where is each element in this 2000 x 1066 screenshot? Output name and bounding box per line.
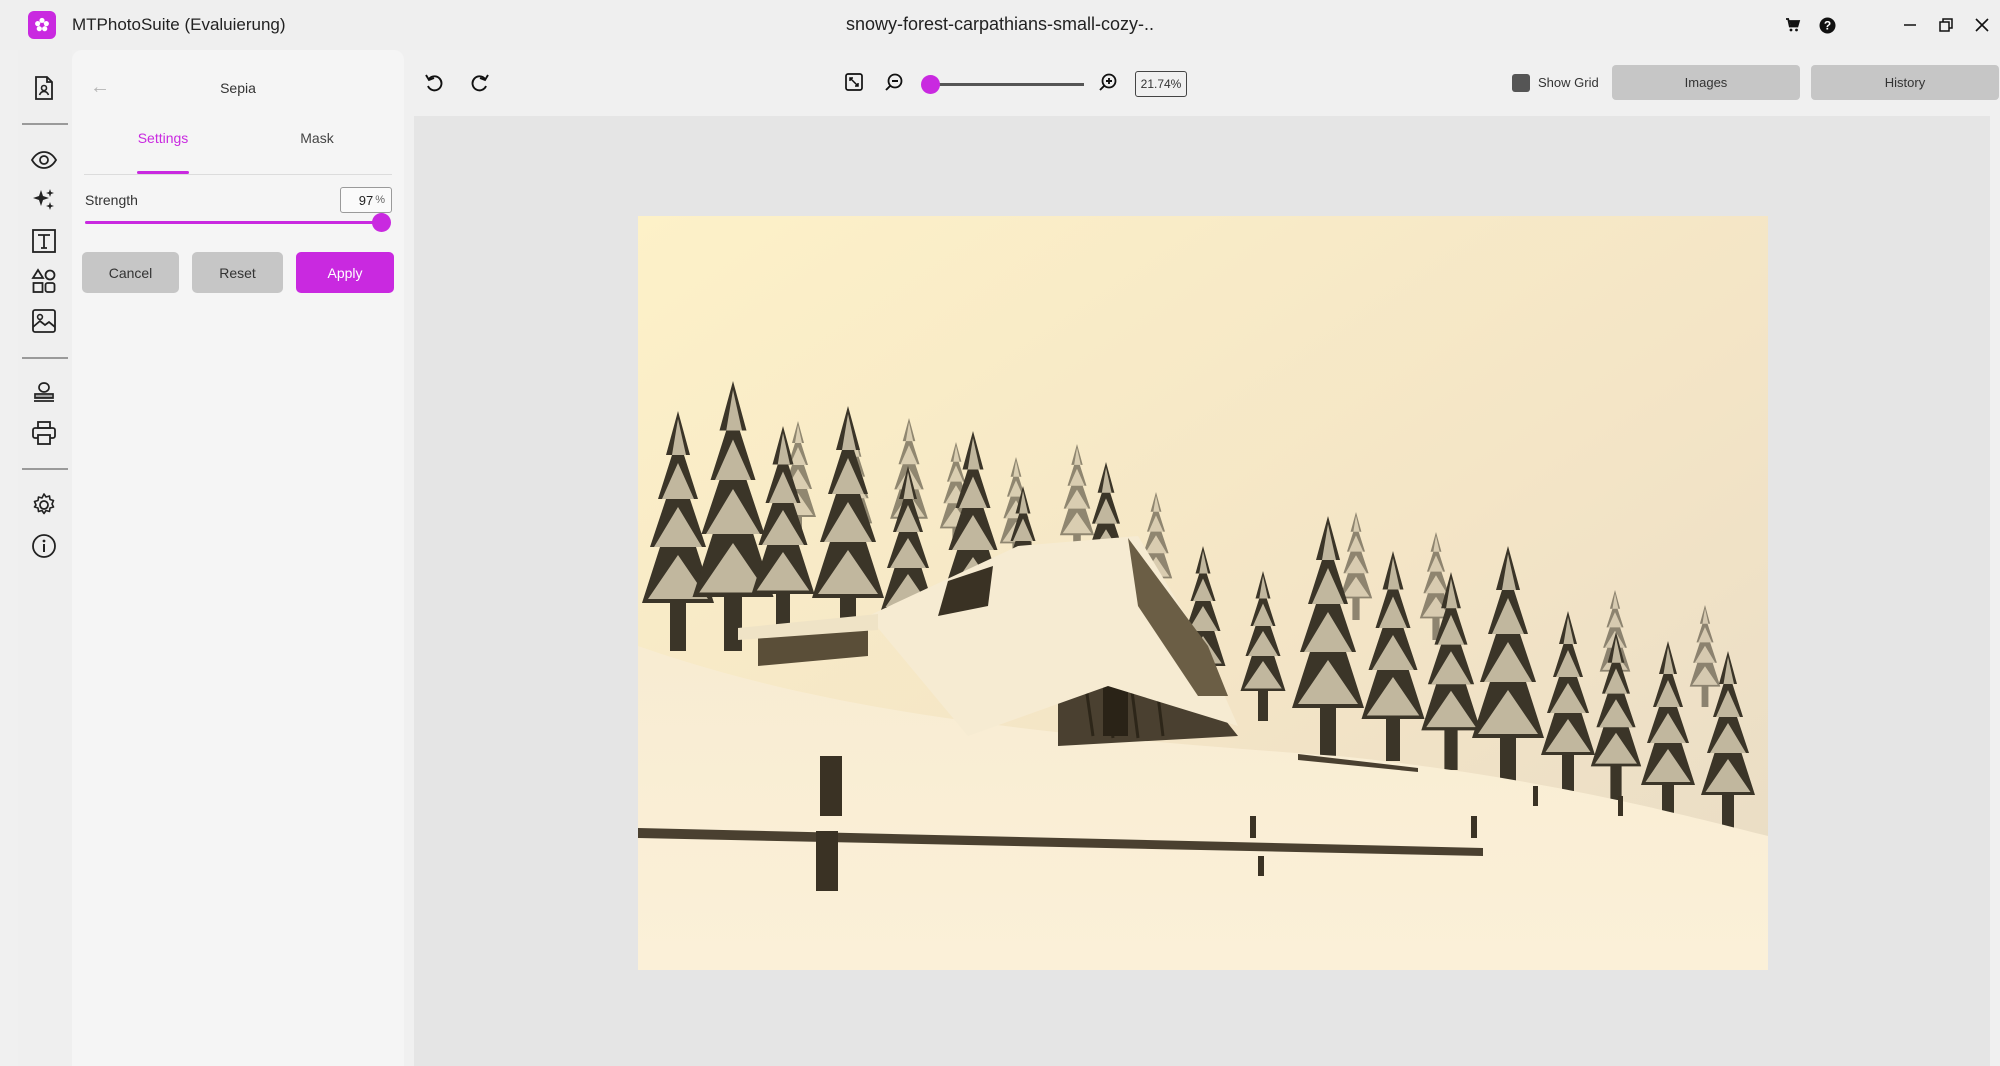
- apply-button[interactable]: Apply: [296, 252, 394, 293]
- stamp-icon[interactable]: [26, 375, 62, 411]
- info-icon[interactable]: [26, 528, 62, 564]
- tab-settings[interactable]: Settings: [93, 130, 233, 160]
- strength-slider-fill: [85, 221, 381, 224]
- rail-divider: [22, 468, 68, 470]
- zoom-in-icon[interactable]: [1092, 66, 1124, 98]
- fit-screen-icon[interactable]: [838, 66, 870, 98]
- effects-icon[interactable]: [26, 182, 62, 218]
- panel-title: Sepia: [220, 80, 256, 96]
- strength-slider-thumb[interactable]: [371, 213, 391, 232]
- image-icon[interactable]: [26, 303, 62, 339]
- cart-icon[interactable]: [1776, 8, 1810, 42]
- help-glyph: ?: [1823, 18, 1830, 32]
- help-icon[interactable]: ?: [1810, 8, 1844, 42]
- strength-unit: %: [375, 194, 385, 206]
- strength-slider[interactable]: [85, 213, 391, 232]
- reset-button[interactable]: Reset: [192, 252, 283, 293]
- rail-divider: [22, 357, 68, 359]
- show-grid-checkbox[interactable]: [1512, 74, 1530, 92]
- shapes-icon[interactable]: [26, 263, 62, 299]
- history-button[interactable]: History: [1811, 65, 1999, 100]
- document-title: snowy-forest-carpathians-small-cozy-..: [845, 14, 1155, 34]
- open-file-icon[interactable]: [26, 70, 62, 106]
- rail-divider: [22, 123, 68, 125]
- zoom-slider[interactable]: [921, 75, 1084, 94]
- close-icon[interactable]: [1964, 8, 2000, 42]
- view-icon[interactable]: [26, 142, 62, 178]
- minimize-icon[interactable]: [1892, 8, 1928, 42]
- sepia-photo[interactable]: [638, 216, 1768, 970]
- settings-icon[interactable]: [26, 487, 62, 523]
- zoom-level[interactable]: 21.74%: [1135, 71, 1187, 97]
- text-icon[interactable]: [26, 223, 62, 259]
- editor-toolbar: 21.74% Show Grid Images History: [412, 50, 2000, 116]
- print-icon[interactable]: [26, 415, 62, 451]
- images-button[interactable]: Images: [1612, 65, 1800, 100]
- strength-label: Strength: [85, 192, 138, 208]
- tab-mask[interactable]: Mask: [247, 130, 387, 160]
- show-grid-label: Show Grid: [1538, 75, 1599, 90]
- strength-value: 97: [358, 192, 374, 208]
- tool-rail: [18, 50, 72, 1066]
- tab-divider: [84, 174, 392, 175]
- cancel-button[interactable]: Cancel: [82, 252, 179, 293]
- sepia-panel: ← Sepia Settings Mask Strength 97 % Canc…: [72, 50, 404, 1066]
- zoom-slider-thumb[interactable]: [921, 75, 940, 94]
- strength-input[interactable]: 97 %: [340, 187, 392, 213]
- redo-icon[interactable]: [464, 66, 496, 98]
- undo-icon[interactable]: [418, 66, 450, 98]
- image-canvas[interactable]: [414, 116, 1990, 1066]
- zoom-out-icon[interactable]: [878, 66, 910, 98]
- title-bar: MTPhotoSuite (Evaluierung) snowy-forest-…: [0, 0, 2000, 50]
- restore-icon[interactable]: [1928, 8, 1964, 42]
